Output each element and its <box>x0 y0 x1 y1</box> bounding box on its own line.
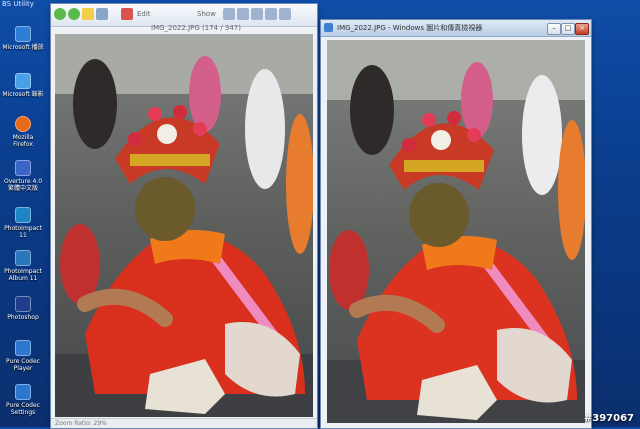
performer-photo-illustration <box>327 40 585 423</box>
photoshop-icon <box>15 296 31 312</box>
minimize-button[interactable]: – <box>547 23 561 35</box>
desktop-icon-label: Pure Codec Player <box>6 358 40 372</box>
desktop-icon-label: PhotoImpact 11 <box>4 225 42 239</box>
desktop-icon-label: PhotoImpact Album 11 <box>4 268 42 282</box>
desktop-icon-recorder[interactable]: Microsoft 錄影 <box>2 73 44 98</box>
desktop-icon-label: Mozilla Firefox <box>12 134 34 148</box>
right-picture-viewer-window: IMG_2022.JPG - Windows 圖片和傳真檢視器 – □ × <box>320 19 592 429</box>
desktop-icon-photoimpact-album[interactable]: PhotoImpact Album 11 <box>2 250 44 282</box>
grid-icon[interactable] <box>237 8 249 20</box>
window-titlebar: IMG_2022.JPG - Windows 圖片和傳真檢視器 – □ × <box>321 20 591 37</box>
desktop-icon-codec-player[interactable]: Pure Codec Player <box>2 340 44 372</box>
overture-icon <box>15 160 31 176</box>
media-player-icon <box>15 26 31 42</box>
desktop-icon-label: Photoshop <box>7 314 39 321</box>
displayed-photo <box>327 40 585 423</box>
rotate-icon[interactable] <box>121 8 133 20</box>
back-icon[interactable] <box>54 8 66 20</box>
show-menu[interactable]: Show <box>197 10 216 18</box>
left-image-viewer-window: Edit Show IMG_2022.JPG (174 / 347) Zoom … <box>50 3 318 429</box>
utility-label: BS Utility <box>2 0 34 8</box>
desktop-icon-label: Microsoft 播放 <box>2 44 44 51</box>
folder-icon[interactable] <box>82 8 94 20</box>
displayed-photo <box>55 34 313 417</box>
photoimpact-icon <box>15 207 31 223</box>
window-title: IMG_2022.JPG - Windows 圖片和傳真檢視器 <box>337 24 483 32</box>
image-info: IMG_2022.JPG (174 / 347) <box>151 24 241 32</box>
desktop-icon-photoshop[interactable]: Photoshop <box>2 296 44 321</box>
edit-menu[interactable]: Edit <box>137 10 151 18</box>
desktop-icon-codec-settings[interactable]: Pure Codec Settings <box>2 384 44 416</box>
close-button[interactable]: × <box>575 23 589 35</box>
desktop-icon-label: Overture 4.0 繁體中文版 <box>3 178 43 192</box>
desktop-icon-label: Microsoft 錄影 <box>2 91 44 98</box>
zoom-icon[interactable] <box>96 8 108 20</box>
maximize-button[interactable]: □ <box>561 23 575 35</box>
forward-icon[interactable] <box>68 8 80 20</box>
desktop-icon-overture[interactable]: Overture 4.0 繁體中文版 <box>2 160 44 192</box>
image-watermark: #397067 <box>583 413 634 424</box>
performer-photo-illustration <box>55 34 313 417</box>
slideshow-icon[interactable] <box>265 8 277 20</box>
recorder-icon <box>15 73 31 89</box>
desktop-icon-column: BS Utility Microsoft 播放 Microsoft 錄影 Moz… <box>0 0 46 427</box>
photo-album-icon <box>15 250 31 266</box>
desktop-icon-firefox[interactable]: Mozilla Firefox <box>2 116 44 148</box>
codec-player-icon <box>15 340 31 356</box>
desktop-icon-photoimpact[interactable]: PhotoImpact 11 <box>2 207 44 239</box>
print-icon[interactable] <box>279 8 291 20</box>
desktop-icon-media-player[interactable]: Microsoft 播放 <box>2 26 44 51</box>
firefox-icon <box>15 116 31 132</box>
view-icon[interactable] <box>223 8 235 20</box>
fullscreen-icon[interactable] <box>251 8 263 20</box>
codec-settings-icon <box>15 384 31 400</box>
app-icon <box>324 23 333 32</box>
desktop-icon-label: Pure Codec Settings <box>6 402 40 416</box>
